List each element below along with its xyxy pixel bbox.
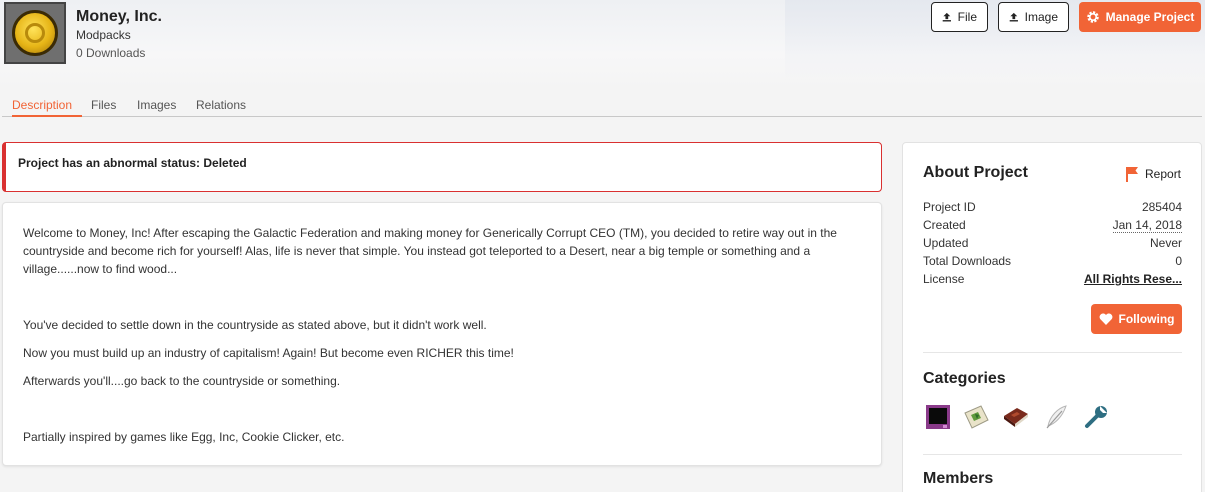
sidebar-divider [923,352,1182,353]
info-key: Project ID [923,200,976,214]
project-type[interactable]: Modpacks [76,28,131,42]
following-button[interactable]: Following [1091,304,1182,334]
info-value: Jan 14, 2018 [1112,218,1182,233]
info-key: Created [923,218,966,232]
upload-file-button[interactable]: File [931,2,988,32]
tab-description[interactable]: Description [12,98,82,117]
description-card: Welcome to Money, Inc! After escaping th… [2,202,882,466]
tab-files[interactable]: Files [91,98,116,117]
manage-project-label: Manage Project [1105,10,1195,24]
info-row-project-id: Project ID 285404 [923,200,1182,218]
coin-icon [12,10,58,56]
description-paragraph: You've decided to settle down in the cou… [23,318,487,332]
flag-icon [1126,167,1138,182]
info-value: Never [1149,236,1182,250]
info-value: 285404 [1141,200,1182,214]
info-row-license: License All Rights Rese... [923,272,1182,290]
info-key: License [923,272,965,286]
upload-icon [942,12,951,22]
license-link[interactable]: All Rights Rese... [1084,272,1182,286]
description-paragraph: Partially inspired by games like Egg, In… [23,430,345,444]
upload-icon [1009,12,1018,22]
sidebar-divider [923,454,1182,455]
following-label: Following [1118,312,1175,326]
description-paragraph: Afterwards you'll....go back to the coun… [23,374,341,388]
info-row-created: Created Jan 14, 2018 [923,218,1182,236]
about-project-sidebar: About Project Report Project ID 285404 C… [902,142,1202,492]
gear-icon [1086,11,1099,23]
feather-icon[interactable] [1044,404,1070,430]
project-avatar [4,2,66,64]
report-label: Report [1145,167,1182,181]
status-alert: Project has an abnormal status: Deleted [2,142,882,192]
info-row-updated: Updated Never [923,236,1182,254]
manage-project-button[interactable]: Manage Project [1079,2,1201,32]
book-icon[interactable] [1003,404,1029,430]
project-header: Money, Inc. Modpacks 0 Downloads File Im… [0,0,1205,90]
description-paragraph: Welcome to Money, Inc! After escaping th… [23,226,837,276]
report-button[interactable]: Report [1125,166,1181,182]
info-key: Total Downloads [923,254,1012,268]
status-alert-text: Project has an abnormal status: Deleted [18,156,247,170]
project-tabs: Description Files Images Relations [2,96,1202,117]
dark-portal-icon[interactable] [925,404,951,430]
info-key: Updated [923,236,969,250]
tab-relations[interactable]: Relations [196,98,246,117]
tab-images[interactable]: Images [137,98,176,117]
wrench-icon[interactable] [1083,404,1109,430]
info-value: 0 [1175,254,1182,268]
members-title: Members [923,470,994,487]
categories-title: Categories [923,370,1006,387]
heart-icon [1099,313,1112,325]
upload-image-button[interactable]: Image [998,2,1069,32]
info-row-total-downloads: Total Downloads 0 [923,254,1182,272]
upload-image-label: Image [1024,10,1058,24]
about-project-title: About Project [923,164,1028,181]
project-title: Money, Inc. [76,8,162,25]
project-downloads: 0 Downloads [76,46,146,60]
description-paragraph: Now you must build up an industry of cap… [23,346,514,360]
map-icon[interactable] [963,404,989,430]
upload-file-label: File [957,10,977,24]
